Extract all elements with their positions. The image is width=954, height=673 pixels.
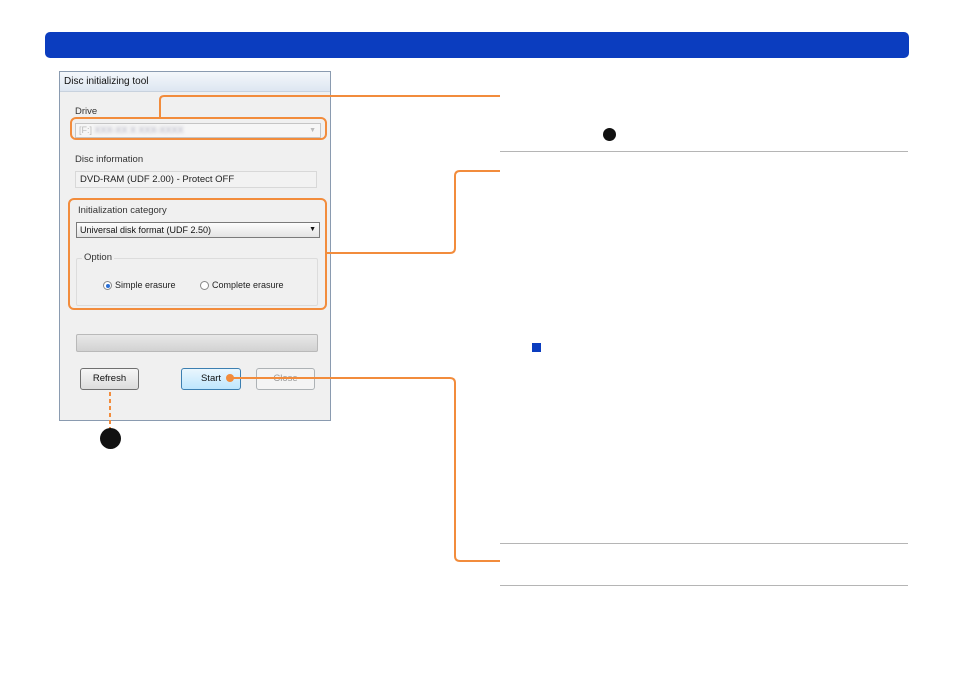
divider-1 xyxy=(500,151,908,152)
start-connector-line xyxy=(230,377,500,562)
callout-connectors xyxy=(109,95,500,562)
square-bullet-icon xyxy=(532,343,541,352)
divider-3 xyxy=(500,585,908,586)
inline-marker-icon xyxy=(603,128,616,141)
divider-2 xyxy=(500,543,908,544)
drive-connector-line xyxy=(159,95,500,118)
start-connector-dot xyxy=(226,374,234,382)
category-connector-line xyxy=(327,170,500,254)
refresh-callout-marker-icon xyxy=(100,428,121,449)
